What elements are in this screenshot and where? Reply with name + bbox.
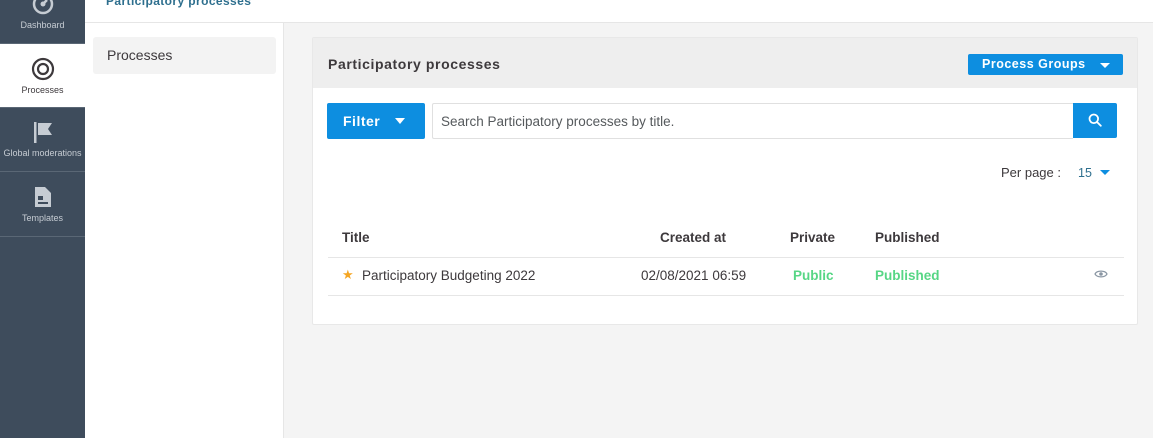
- nav-item-templates[interactable]: Templates: [0, 173, 85, 237]
- created-at-value: 02/08/2021 06:59: [641, 268, 747, 283]
- process-groups-button[interactable]: Process Groups: [968, 54, 1123, 75]
- nav-label-processes: Processes: [21, 85, 64, 95]
- per-page-select[interactable]: 15: [1078, 166, 1092, 180]
- top-header: Participatory processes: [85, 0, 1153, 23]
- column-header-title: Title: [342, 230, 370, 245]
- star-icon: ★: [342, 267, 354, 282]
- target-icon: [31, 57, 54, 81]
- table-header: Title Created at Private Published: [328, 221, 1124, 258]
- chevron-down-icon: [1100, 63, 1110, 68]
- flag-icon: [33, 122, 52, 143]
- card-header: Participatory processes Process Groups: [313, 38, 1137, 88]
- caret-down-icon[interactable]: [1100, 170, 1110, 175]
- filter-label: Filter: [343, 113, 381, 129]
- nav-item-processes[interactable]: Processes: [0, 44, 85, 108]
- nav-label-global-moderations: Global moderations: [3, 148, 82, 158]
- eye-icon[interactable]: [1094, 269, 1108, 279]
- page-title: Participatory processes: [106, 0, 252, 8]
- column-header-published: Published: [875, 230, 940, 245]
- processes-card: Participatory processes Process Groups F…: [312, 37, 1138, 325]
- nav-label-dashboard: Dashboard: [20, 20, 65, 30]
- column-header-private: Private: [790, 230, 836, 245]
- subnav-item-processes[interactable]: Processes: [93, 37, 276, 74]
- process-title[interactable]: Participatory Budgeting 2022: [362, 268, 535, 283]
- dashboard-icon: [32, 0, 53, 15]
- nav-item-global-moderations[interactable]: Global moderations: [0, 108, 85, 172]
- card-title: Participatory processes: [328, 56, 501, 72]
- private-status: Public: [793, 268, 834, 283]
- table-row: ★ Participatory Budgeting 2022 02/08/202…: [328, 258, 1124, 296]
- nav-label-templates: Templates: [21, 213, 64, 223]
- nav-item-dashboard[interactable]: Dashboard: [0, 0, 85, 44]
- column-header-created-at: Created at: [660, 230, 727, 245]
- process-groups-label: Process Groups: [982, 57, 1086, 71]
- per-page-label: Per page :: [1001, 165, 1061, 180]
- search-input[interactable]: [432, 103, 1073, 139]
- main-navigation: Dashboard Processes Global moderations T…: [0, 0, 85, 438]
- secondary-sidebar: Processes: [85, 23, 284, 438]
- caret-down-icon: [395, 118, 405, 124]
- published-status: Published: [875, 268, 940, 283]
- template-icon: [34, 187, 51, 207]
- search-icon: [1088, 113, 1102, 127]
- filter-button[interactable]: Filter: [327, 103, 425, 139]
- search-button[interactable]: [1073, 103, 1117, 138]
